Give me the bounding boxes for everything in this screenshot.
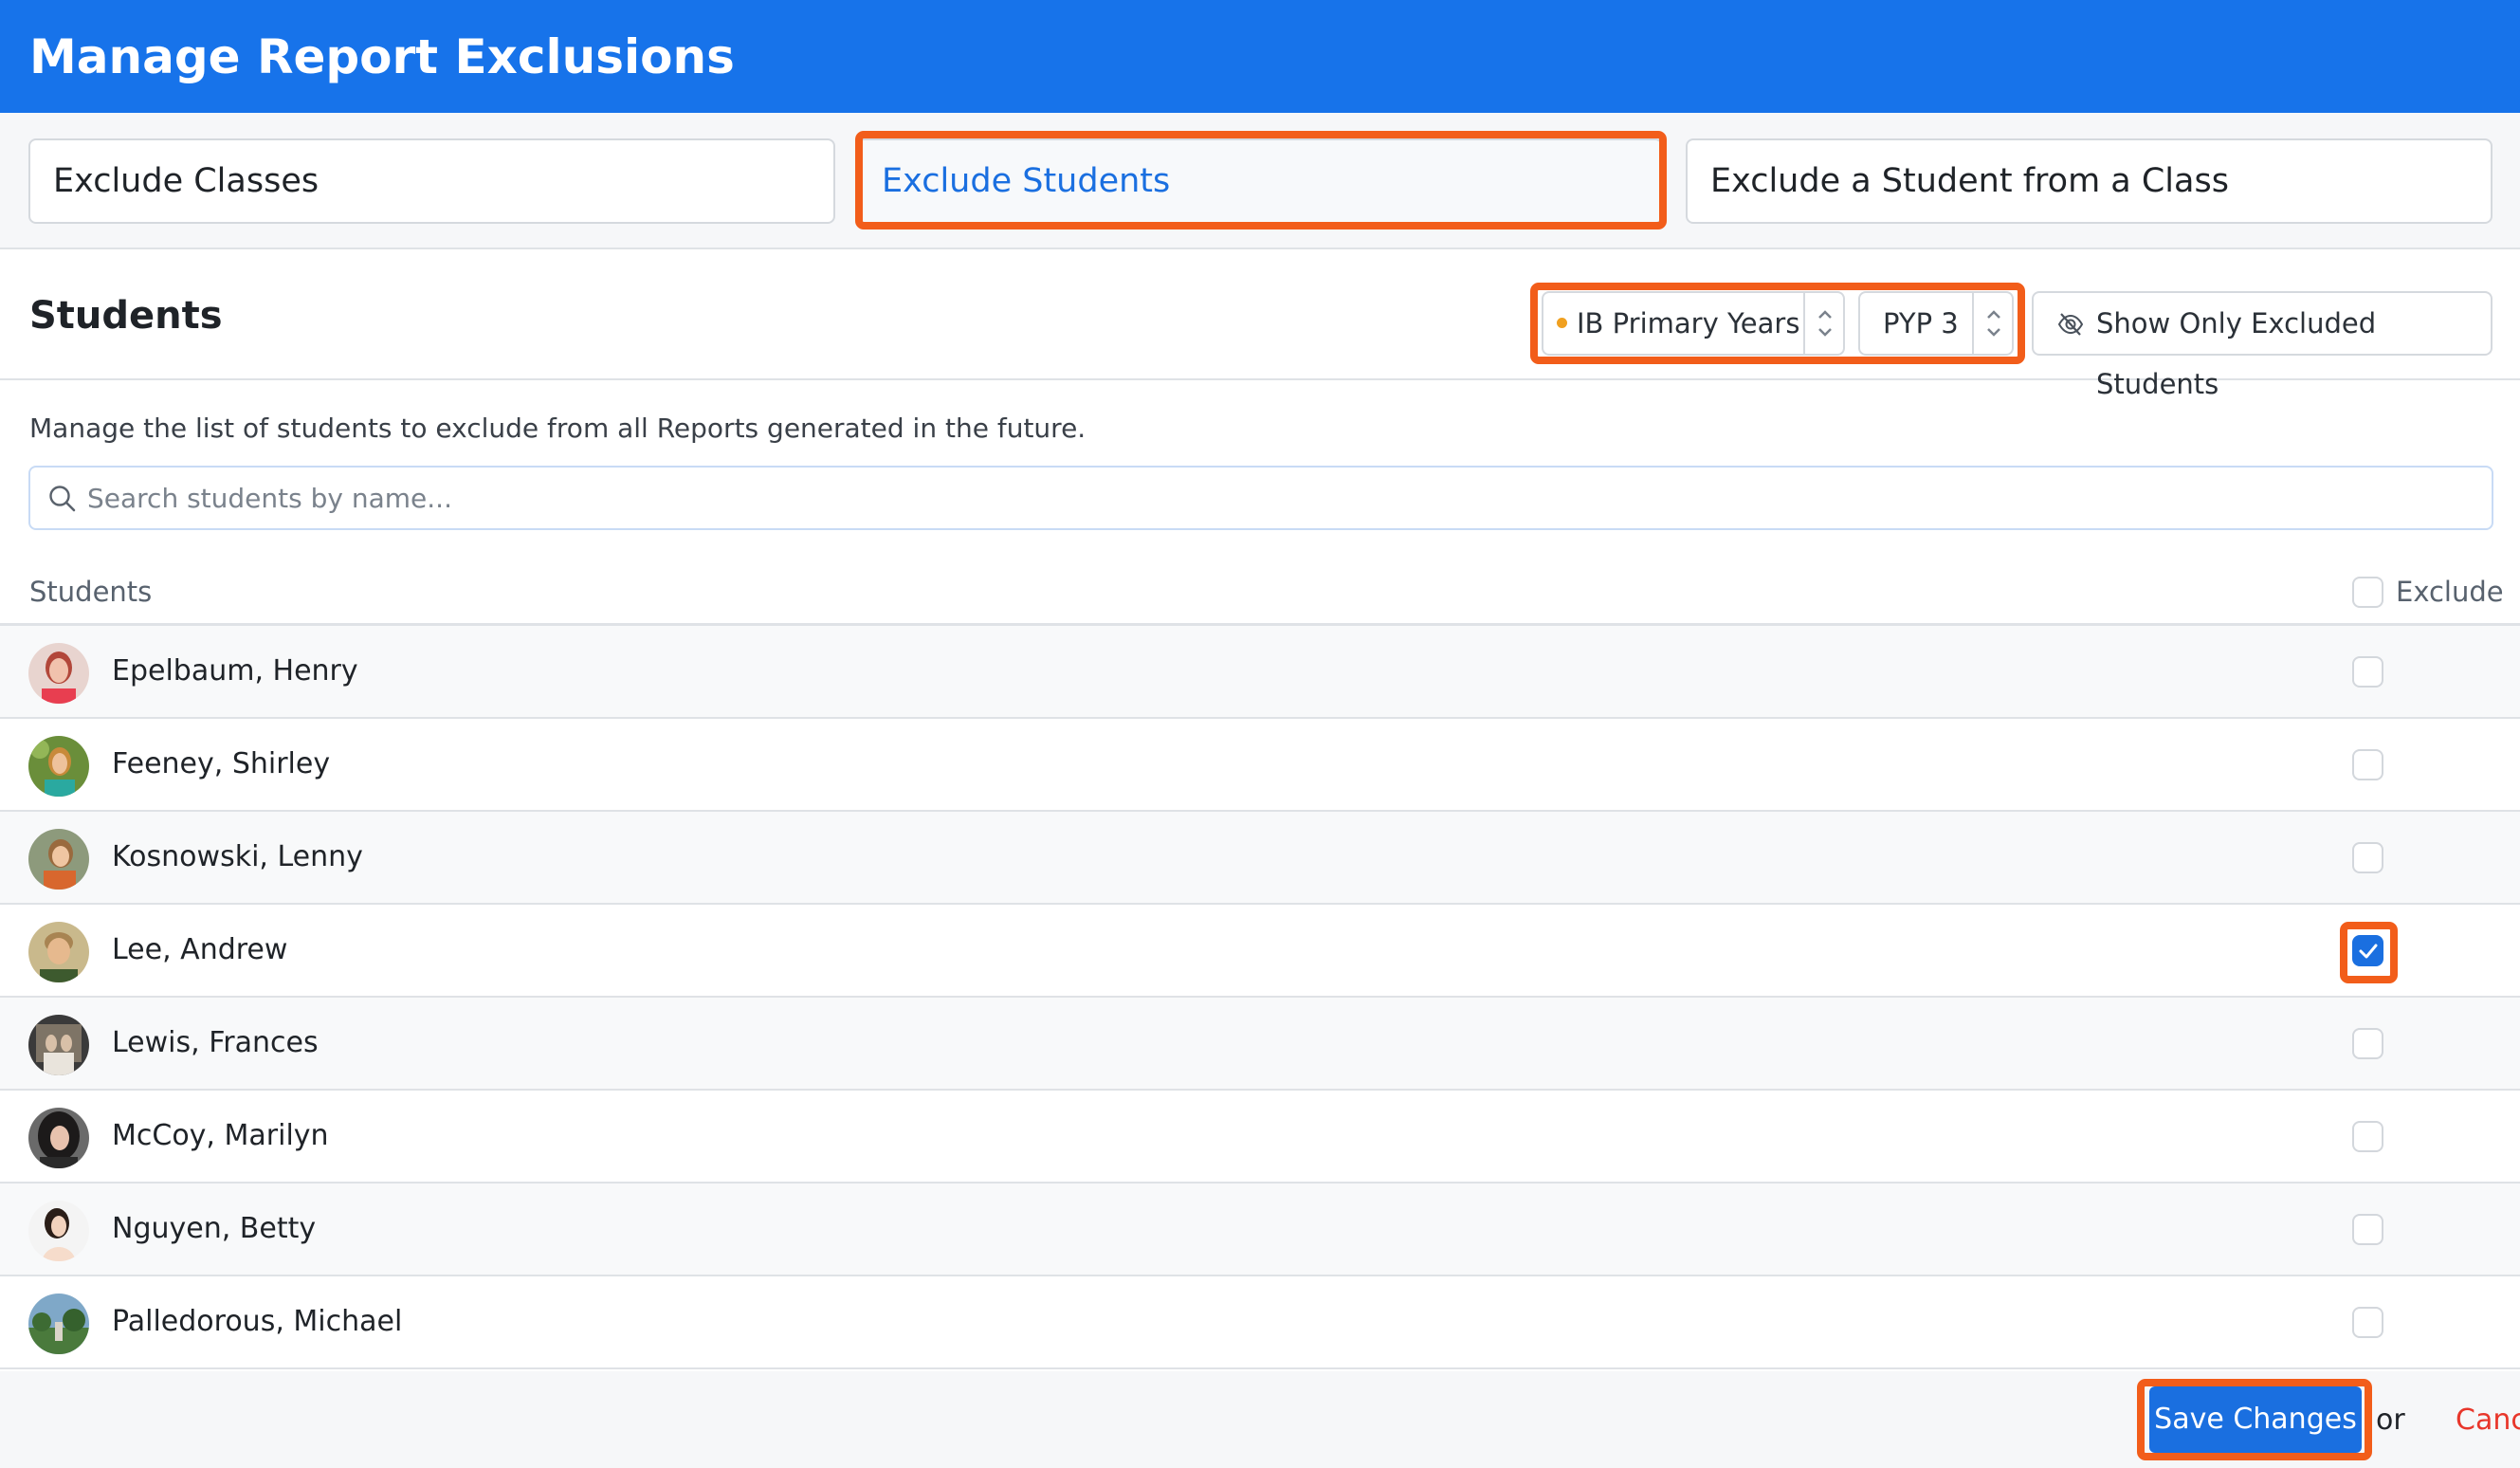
show-only-excluded-label: Show Only Excluded Students <box>2096 307 2377 400</box>
page-title: Manage Report Exclusions <box>29 29 735 84</box>
highlight-save-button <box>2137 1379 2372 1460</box>
exclude-checkbox[interactable] <box>2352 749 2383 780</box>
exclude-checkbox[interactable] <box>2352 1307 2383 1338</box>
student-name: Palledorous, Michael <box>112 1305 403 1338</box>
exclude-checkbox[interactable] <box>2352 842 2383 873</box>
exclude-checkbox[interactable] <box>2352 1121 2383 1152</box>
avatar <box>28 1294 89 1354</box>
select-all-checkbox[interactable] <box>2352 577 2383 608</box>
avatar <box>28 643 89 704</box>
eye-slash-icon <box>2057 313 2084 336</box>
student-name: Nguyen, Betty <box>112 1212 317 1245</box>
tab-exclude-classes[interactable]: Exclude Classes <box>28 138 835 224</box>
table-row: Lee, Andrew <box>0 905 2520 998</box>
student-name: Lee, Andrew <box>112 933 288 966</box>
avatar <box>28 736 89 797</box>
avatar <box>28 922 89 982</box>
table-row: Palledorous, Michael <box>0 1276 2520 1369</box>
student-name: Epelbaum, Henry <box>112 654 358 688</box>
search-icon <box>49 486 76 512</box>
table-row: Kosnowski, Lenny <box>0 812 2520 905</box>
description-text: Manage the list of students to exclude f… <box>29 413 1087 444</box>
avatar <box>28 1015 89 1075</box>
table-row: Epelbaum, Henry <box>0 626 2520 719</box>
exclude-checkbox[interactable] <box>2352 1028 2383 1059</box>
table-row: Feeney, Shirley <box>0 719 2520 812</box>
table-row: Nguyen, Betty <box>0 1184 2520 1276</box>
exclude-column-header: Exclude <box>2396 576 2504 608</box>
table-row: McCoy, Marilyn <box>0 1091 2520 1184</box>
table-row: Lewis, Frances <box>0 998 2520 1091</box>
highlight-checked-box <box>2340 922 2398 983</box>
highlight-selects <box>1530 283 2025 364</box>
app-header: Manage Report Exclusions <box>0 0 2520 113</box>
or-text: or <box>2376 1404 2405 1437</box>
avatar <box>28 829 89 890</box>
avatar <box>28 1108 89 1168</box>
student-name: Kosnowski, Lenny <box>112 840 363 873</box>
students-column-header: Students <box>29 576 153 608</box>
student-name: Feeney, Shirley <box>112 747 331 780</box>
highlight-active-tab <box>855 131 1667 229</box>
student-name: McCoy, Marilyn <box>112 1119 329 1152</box>
search-input[interactable] <box>87 475 2457 521</box>
student-name: Lewis, Frances <box>112 1026 319 1059</box>
exclude-checkbox[interactable] <box>2352 656 2383 688</box>
table-header: Students Exclude <box>0 565 2520 626</box>
show-only-excluded-button[interactable]: Show Only Excluded Students <box>2032 291 2493 400</box>
exclude-checkbox[interactable] <box>2352 1214 2383 1245</box>
cancel-link[interactable]: Cancel <box>2456 1402 2520 1440</box>
avatar <box>28 1201 89 1261</box>
section-title: Students <box>29 294 223 338</box>
tab-exclude-student-from-class[interactable]: Exclude a Student from a Class <box>1686 138 2493 224</box>
student-list: Epelbaum, Henry Feeney, Shirley Kosnowsk… <box>0 626 2520 1369</box>
search-box <box>28 466 2493 530</box>
